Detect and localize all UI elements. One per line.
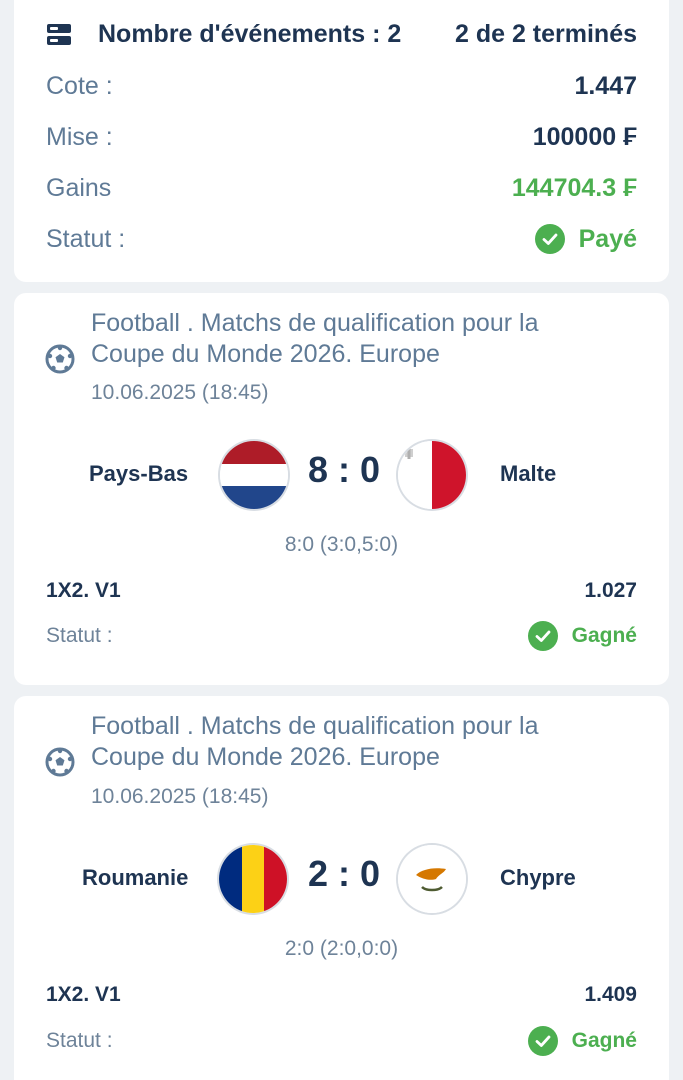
odds-label: Cote :	[46, 72, 113, 100]
event-status-value: Gagné	[571, 1029, 637, 1052]
football-icon	[44, 343, 76, 375]
bet-market: 1X2. V1	[46, 983, 121, 1006]
event-status-label: Statut :	[46, 1029, 113, 1052]
events-header: Nombre d'événements : 2 2 de 2 terminés	[46, 20, 637, 49]
odds-value: 1.447	[574, 72, 637, 100]
stake-row: Mise : 100000 ₣	[46, 123, 637, 152]
event-status-label: Statut :	[46, 624, 113, 647]
event-status-row: Statut : Gagné	[46, 621, 637, 651]
league-line: Coupe du Monde 2026. Europe	[91, 743, 440, 771]
odds-row: Cote : 1.447	[46, 72, 637, 101]
score-detail: 8:0 (3:0,5:0)	[284, 533, 399, 556]
bet-row: 1X2. V1 1.409	[46, 983, 637, 1007]
winnings-row: Gains 144704.3 ₣	[46, 174, 637, 203]
home-team: Roumanie	[82, 865, 189, 890]
status-value: Payé	[578, 224, 637, 253]
score: 8 : 0	[307, 449, 381, 490]
check-icon	[527, 1026, 558, 1056]
stake-label: Mise :	[46, 123, 113, 151]
match-row: Roumanie 2 : 0 Chypre	[14, 839, 669, 919]
event-card-2[interactable]: Football . Matchs de qualification pour …	[14, 696, 669, 1080]
check-icon	[527, 621, 558, 651]
bet-odds: 1.027	[584, 579, 637, 602]
football-icon	[44, 746, 76, 778]
league-title: Football . Matchs de qualification pour …	[91, 308, 629, 370]
winnings-value: 144704.3 ₣	[511, 174, 637, 202]
winnings-label: Gains	[46, 174, 112, 202]
cyprus-flag-icon	[398, 845, 466, 913]
league-line: Football . Matchs de qualification pour …	[91, 309, 539, 337]
status-label: Statut :	[46, 224, 126, 253]
event-status-value: Gagné	[571, 624, 637, 647]
romania-flag-icon	[219, 845, 287, 913]
stake-value: 100000 ₣	[532, 123, 637, 151]
netherlands-flag-icon	[220, 441, 288, 509]
events-completed: 2 de 2 terminés	[454, 20, 637, 48]
bet-odds: 1.409	[584, 983, 637, 1006]
event-date: 10.06.2025 (18:45)	[91, 381, 269, 404]
score: 2 : 0	[307, 853, 381, 894]
events-count: Nombre d'événements : 2	[98, 20, 402, 48]
league-title: Football . Matchs de qualification pour …	[91, 711, 629, 773]
score-detail: 2:0 (2:0,0:0)	[284, 937, 399, 960]
malta-flag-icon	[398, 441, 466, 509]
ticket-notch	[661, 683, 677, 699]
status-row: Statut : Payé	[46, 224, 637, 254]
event-card-1[interactable]: Football . Matchs de qualification pour …	[14, 293, 669, 685]
event-date: 10.06.2025 (18:45)	[91, 785, 269, 808]
away-team: Malte	[500, 461, 557, 486]
home-team: Pays-Bas	[89, 461, 189, 486]
match-row: Pays-Bas 8 : 0 Malte	[14, 435, 669, 515]
event-status-row: Statut : Gagné	[46, 1026, 637, 1056]
league-line: Coupe du Monde 2026. Europe	[91, 340, 440, 368]
away-team: Chypre	[500, 865, 576, 890]
coupon-icon	[46, 22, 72, 48]
bet-row: 1X2. V1 1.027	[46, 579, 637, 603]
bet-market: 1X2. V1	[46, 579, 121, 602]
summary-card: Nombre d'événements : 2 2 de 2 terminés …	[14, 0, 669, 282]
check-icon	[534, 224, 565, 254]
league-line: Football . Matchs de qualification pour …	[91, 712, 539, 740]
